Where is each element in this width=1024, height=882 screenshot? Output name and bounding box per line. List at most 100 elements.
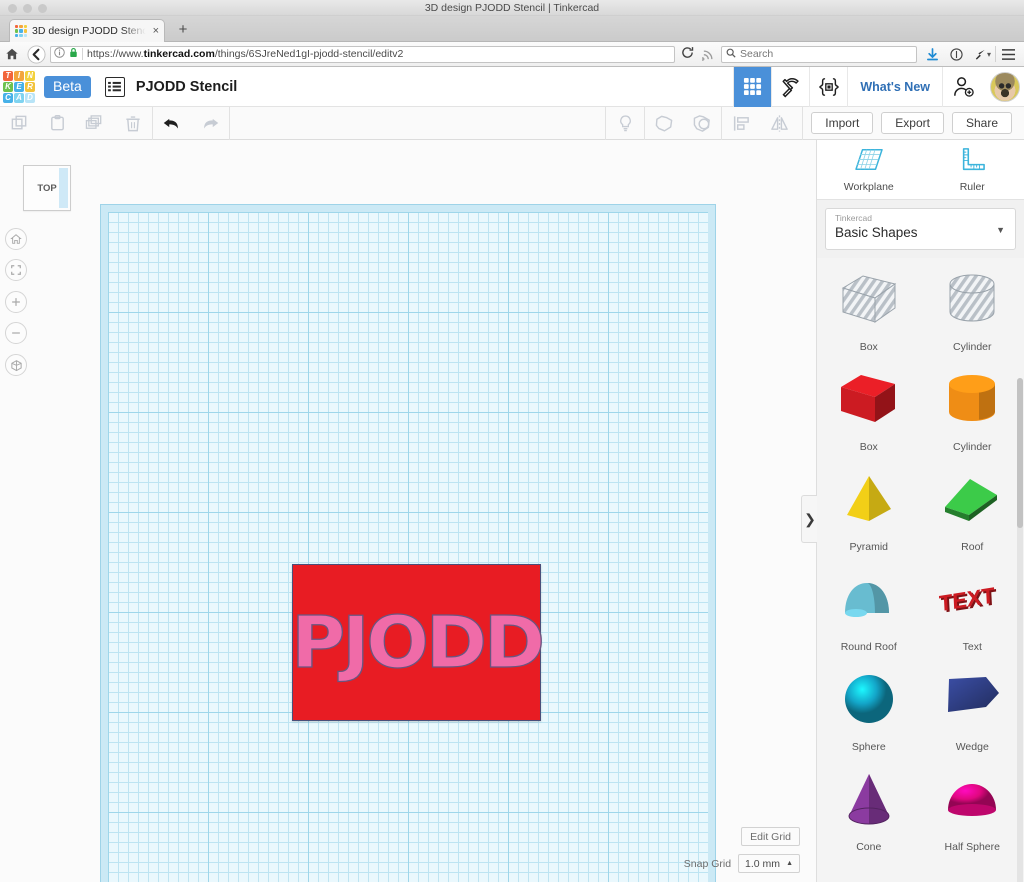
tab-title: 3D design PJODD Stencil | Ti — [32, 25, 148, 37]
blocks-hammer-icon[interactable] — [771, 66, 809, 107]
search-input[interactable]: Search — [740, 48, 773, 60]
snap-grid-select[interactable]: 1.0 mm ▲ — [738, 854, 800, 873]
shape-cylinder-label: Cylinder — [952, 441, 992, 453]
home-view-button[interactable] — [5, 228, 27, 250]
ruler-icon — [958, 147, 986, 178]
shapes-list[interactable]: Box Cylinder Box Cylinder Pyramid Roof R… — [817, 258, 1024, 882]
shape-pyramid[interactable]: Pyramid — [817, 458, 921, 558]
shape-sphere[interactable]: Sphere — [817, 658, 921, 758]
shape-half-sphere[interactable]: Half Sphere — [921, 758, 1024, 858]
chevron-right-icon: ❯ — [804, 510, 816, 527]
group-shapes-icon[interactable] — [645, 107, 683, 140]
fit-to-view-button[interactable] — [5, 259, 27, 281]
shape-sphere-icon — [817, 658, 921, 739]
tinkercad-logo[interactable]: T I N K E R C A D — [3, 70, 35, 103]
delete-button[interactable] — [114, 107, 152, 140]
toolbar-right-group: Import Export Share — [605, 106, 1024, 140]
edit-toolbar: Import Export Share — [0, 106, 1024, 140]
shape-half-sphere-icon — [921, 758, 1024, 839]
orthographic-toggle-button[interactable] — [5, 354, 27, 376]
snap-grid-label: Snap Grid — [683, 857, 732, 870]
shape-cylinder-hole[interactable]: Cylinder — [921, 258, 1024, 358]
browser-tab[interactable]: 3D design PJODD Stencil | Ti × — [9, 19, 165, 42]
view-cube[interactable]: TOP — [23, 165, 71, 211]
shape-cone-icon — [817, 758, 921, 839]
mirror-flip-icon[interactable] — [760, 107, 798, 140]
shape-library-select[interactable]: Tinkercad Basic Shapes ▼ — [825, 208, 1016, 250]
workplane-tool[interactable]: Workplane — [817, 147, 921, 193]
shape-wedge-label: Wedge — [955, 741, 989, 753]
shape-sphere-label: Sphere — [851, 741, 886, 753]
reload-icon[interactable] — [679, 46, 697, 62]
copy-button[interactable] — [0, 107, 38, 140]
download-arrow-icon[interactable] — [921, 42, 945, 66]
close-icon[interactable]: × — [153, 25, 159, 37]
page-title[interactable]: PJODD Stencil — [136, 79, 238, 95]
browser-navbar: https://www.tinkercad.com/things/6SJreNe… — [0, 42, 1024, 67]
export-button[interactable]: Export — [881, 112, 944, 134]
shape-roof-icon — [921, 458, 1024, 539]
hamburger-menu-icon[interactable] — [996, 42, 1020, 66]
workplane-grid[interactable]: Workplane — [100, 204, 716, 882]
redo-button[interactable] — [191, 107, 229, 140]
code-brackets-icon[interactable] — [809, 66, 847, 107]
shape-text[interactable]: TEXT TEXT Text — [921, 558, 1024, 658]
shape-box[interactable]: Box — [817, 358, 921, 458]
add-user-icon[interactable] — [942, 66, 984, 107]
sidebar-scrollbar[interactable] — [1017, 378, 1023, 882]
edit-grid-button[interactable]: Edit Grid — [741, 827, 800, 846]
zoom-out-button[interactable] — [5, 322, 27, 344]
new-tab-button[interactable]: + — [175, 22, 191, 38]
page-info-icon[interactable] — [54, 45, 65, 63]
lightbulb-icon[interactable] — [606, 107, 644, 140]
tinkercad-header: T I N K E R C A D Beta PJODD Stencil Wha… — [0, 66, 1024, 107]
undo-button[interactable] — [153, 107, 191, 140]
shape-cylinder-hole-label: Cylinder — [952, 341, 992, 353]
browser-search-box[interactable]: Search — [720, 45, 917, 63]
rss-feed-icon[interactable] — [697, 42, 721, 66]
workplane-tool-label: Workplane — [843, 180, 894, 193]
grid-view-icon[interactable] — [733, 66, 772, 107]
panel-collapse-button[interactable]: ❯ — [801, 495, 818, 543]
pjodd-stencil-text: PJODD — [291, 600, 546, 685]
shape-wedge[interactable]: Wedge — [921, 658, 1024, 758]
import-button[interactable]: Import — [811, 112, 874, 134]
back-arrow-icon[interactable] — [24, 42, 48, 66]
ruler-tool[interactable]: Ruler — [921, 147, 1024, 193]
shape-box-hole[interactable]: Box — [817, 258, 921, 358]
pjodd-stencil-object[interactable]: PJODD — [291, 564, 546, 721]
shape-round-roof[interactable]: Round Roof — [817, 558, 921, 658]
whats-new-button[interactable]: What's New — [847, 66, 942, 107]
padlock-icon — [69, 45, 78, 63]
align-icon[interactable] — [722, 107, 760, 140]
sidebar-scrollbar-thumb[interactable] — [1017, 378, 1023, 528]
history-tools — [153, 107, 229, 140]
window-title: 3D design PJODD Stencil | Tinkercad — [424, 2, 600, 14]
design-canvas[interactable]: Workplane PJODD TOP Edit Grid Snap Grid … — [0, 140, 816, 882]
browser-titlebar: 3D design PJODD Stencil | Tinkercad — [0, 0, 1024, 16]
shape-library-value: Basic Shapes — [835, 225, 918, 240]
duplicate-button[interactable] — [76, 107, 114, 140]
ungroup-shapes-icon[interactable] — [683, 107, 721, 140]
chevron-down-icon[interactable]: ▾ — [987, 50, 991, 59]
shape-round-roof-label: Round Roof — [840, 641, 897, 653]
project-list-icon[interactable] — [104, 76, 125, 97]
snap-grid-value: 1.0 mm — [745, 857, 781, 870]
shape-cone[interactable]: Cone — [817, 758, 921, 858]
clipboard-tools — [0, 107, 152, 140]
shape-roof[interactable]: Roof — [921, 458, 1024, 558]
shape-pyramid-label: Pyramid — [849, 541, 888, 553]
zoom-in-button[interactable] — [5, 291, 27, 313]
shapes-sidebar: ❯ Workplane Ruler Tinkercad Basic Shapes… — [801, 140, 1024, 882]
home-icon[interactable] — [0, 42, 24, 66]
beta-badge: Beta — [44, 75, 91, 98]
circle-info-icon[interactable] — [945, 42, 969, 66]
avatar[interactable] — [990, 71, 1020, 102]
shape-box-icon — [817, 358, 921, 439]
shape-text-icon: TEXT TEXT — [921, 558, 1024, 639]
paste-button[interactable] — [38, 107, 76, 140]
shape-cylinder[interactable]: Cylinder — [921, 358, 1024, 458]
chevron-down-icon[interactable]: ▼ — [996, 225, 1005, 235]
share-button[interactable]: Share — [951, 112, 1012, 134]
address-bar[interactable]: https://www.tinkercad.com/things/6SJreNe… — [50, 45, 675, 63]
